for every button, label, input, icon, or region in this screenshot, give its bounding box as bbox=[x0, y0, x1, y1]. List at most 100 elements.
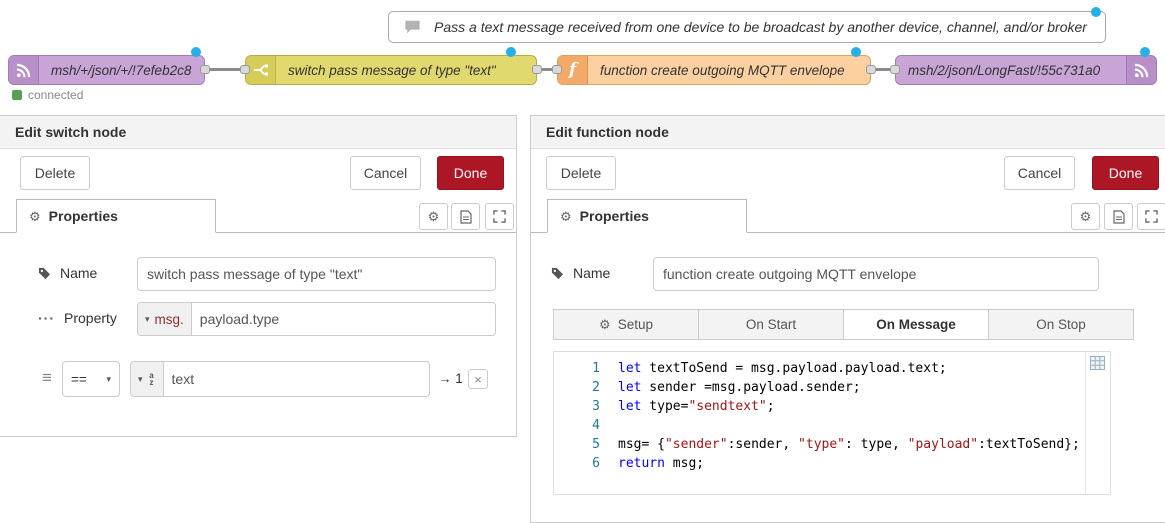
switch-node-label: switch pass message of type "text" bbox=[276, 63, 508, 78]
remove-rule-button[interactable]: × bbox=[468, 369, 488, 389]
changed-indicator-dot bbox=[506, 47, 516, 57]
property-label-text: Property bbox=[64, 310, 117, 326]
tab-setup[interactable]: ⚙ Setup bbox=[553, 309, 699, 340]
function-node[interactable]: f function create outgoing MQTT envelope bbox=[557, 55, 871, 85]
mqtt-in-node-label: msh/+/json/+/!7efeb2c8 bbox=[39, 63, 203, 78]
rule-value-input[interactable] bbox=[164, 371, 429, 387]
function-node-label: function create outgoing MQTT envelope bbox=[588, 63, 857, 78]
code-line[interactable] bbox=[618, 416, 1106, 435]
expand-editor-button[interactable] bbox=[485, 203, 514, 230]
tab-on-stop[interactable]: On Stop bbox=[988, 309, 1134, 340]
input-port[interactable] bbox=[240, 65, 250, 74]
gear-icon: ⚙ bbox=[560, 210, 572, 223]
switch-icon bbox=[246, 56, 276, 84]
document-icon bbox=[1113, 210, 1125, 224]
tab-on-message[interactable]: On Message bbox=[843, 309, 989, 340]
name-field-label: Name bbox=[551, 265, 610, 281]
input-port[interactable] bbox=[552, 65, 562, 74]
name-label-text: Name bbox=[60, 265, 97, 281]
property-field-label: ··· Property bbox=[38, 310, 117, 326]
code-editor[interactable]: 123456 let textToSend = msg.payload.payl… bbox=[553, 351, 1111, 495]
name-input[interactable] bbox=[653, 257, 1099, 291]
editor-tabbar: ⚙ Properties ⚙ bbox=[531, 199, 1165, 233]
gear-icon: ⚙ bbox=[599, 318, 611, 331]
mqtt-out-node-label: msh/2/json/LongFast/!55c731a0 bbox=[896, 63, 1126, 78]
cancel-button[interactable]: Cancel bbox=[1004, 156, 1075, 190]
caret-down-icon: ▾ bbox=[138, 375, 143, 384]
switch-node[interactable]: switch pass message of type "text" bbox=[245, 55, 537, 85]
tab-properties-label: Properties bbox=[580, 208, 649, 224]
output-port[interactable] bbox=[532, 65, 542, 74]
drag-handle-icon[interactable]: ≡ bbox=[42, 369, 52, 386]
property-typed-input[interactable]: ▾ msg. bbox=[137, 302, 496, 336]
function-glyph: f bbox=[569, 62, 576, 79]
speech-bubble-icon bbox=[403, 19, 422, 35]
description-button[interactable] bbox=[451, 203, 480, 230]
msg-type-label: msg. bbox=[155, 312, 184, 327]
code-lines[interactable]: let textToSend = msg.payload.payload.tex… bbox=[618, 359, 1106, 473]
broadcast-icon bbox=[9, 56, 39, 84]
mqtt-out-node[interactable]: msh/2/json/LongFast/!55c731a0 bbox=[895, 55, 1157, 85]
document-icon bbox=[460, 210, 472, 224]
tab-properties[interactable]: ⚙ Properties bbox=[547, 199, 747, 233]
mqtt-in-status: connected bbox=[12, 88, 83, 102]
node-settings-button[interactable]: ⚙ bbox=[419, 203, 448, 230]
changed-indicator-dot bbox=[1091, 7, 1101, 17]
mqtt-in-node[interactable]: msh/+/json/+/!7efeb2c8 bbox=[8, 55, 205, 85]
code-line[interactable]: let textToSend = msg.payload.payload.tex… bbox=[618, 359, 1106, 378]
gear-icon: ⚙ bbox=[29, 210, 41, 223]
done-button[interactable]: Done bbox=[437, 156, 504, 190]
rule-type-button[interactable]: ▾ az bbox=[131, 362, 164, 396]
changed-indicator-dot bbox=[191, 47, 201, 57]
expand-icon bbox=[493, 210, 506, 223]
done-button[interactable]: Done bbox=[1092, 156, 1159, 190]
name-label-text: Name bbox=[573, 265, 610, 281]
tab-setup-label: Setup bbox=[618, 317, 653, 332]
name-input[interactable] bbox=[137, 257, 496, 291]
delete-button[interactable]: Delete bbox=[20, 156, 90, 190]
output-port[interactable] bbox=[866, 65, 876, 74]
code-gutter: 123456 bbox=[554, 359, 600, 473]
code-line[interactable]: let type="sendtext"; bbox=[618, 397, 1106, 416]
changed-indicator-dot bbox=[1140, 47, 1150, 57]
function-editor-panel: Edit function node Delete Cancel Done ⚙ … bbox=[530, 115, 1165, 523]
name-field-label: Name bbox=[38, 265, 97, 281]
function-editor-title: Edit function node bbox=[531, 116, 1165, 149]
input-port[interactable] bbox=[890, 65, 900, 74]
property-value-input[interactable] bbox=[192, 311, 495, 327]
code-line[interactable]: msg= {"sender":sender, "type": type, "pa… bbox=[618, 435, 1106, 454]
property-type-button[interactable]: ▾ msg. bbox=[138, 303, 192, 335]
sort-az-icon: az bbox=[148, 372, 156, 386]
rule-operator-value: == bbox=[71, 372, 87, 387]
node-settings-button[interactable]: ⚙ bbox=[1071, 203, 1100, 230]
rule-value-typed-input[interactable]: ▾ az bbox=[130, 361, 430, 397]
caret-down-icon: ▾ bbox=[106, 375, 111, 384]
output-port[interactable] bbox=[200, 65, 210, 74]
tab-on-start[interactable]: On Start bbox=[698, 309, 844, 340]
cancel-button[interactable]: Cancel bbox=[350, 156, 421, 190]
status-connected-icon bbox=[12, 90, 22, 100]
broadcast-icon bbox=[1126, 56, 1156, 84]
caret-down-icon: ▾ bbox=[145, 315, 150, 324]
code-line[interactable]: return msg; bbox=[618, 454, 1106, 473]
function-icon: f bbox=[558, 56, 588, 84]
minimap-icon bbox=[1090, 356, 1105, 375]
tab-on-start-label: On Start bbox=[746, 317, 796, 332]
rule-operator-select[interactable]: == ▾ bbox=[62, 361, 120, 397]
gear-icon: ⚙ bbox=[1080, 210, 1092, 223]
description-button[interactable] bbox=[1104, 203, 1133, 230]
tab-properties-label: Properties bbox=[49, 208, 118, 224]
expand-editor-button[interactable] bbox=[1137, 203, 1165, 230]
comment-node[interactable]: Pass a text message received from one de… bbox=[388, 11, 1106, 43]
editor-tabbar: ⚙ Properties ⚙ bbox=[0, 199, 516, 233]
rule-output-label: → 1 bbox=[438, 371, 463, 386]
editor-divider bbox=[1085, 352, 1086, 494]
gear-icon: ⚙ bbox=[428, 210, 440, 223]
tab-properties[interactable]: ⚙ Properties bbox=[16, 199, 216, 233]
expand-icon bbox=[1145, 210, 1158, 223]
switch-editor-panel: Edit switch node Delete Cancel Done ⚙ Pr… bbox=[0, 115, 517, 437]
delete-button[interactable]: Delete bbox=[546, 156, 616, 190]
tag-icon bbox=[551, 267, 564, 280]
tab-on-stop-label: On Stop bbox=[1036, 317, 1086, 332]
code-line[interactable]: let sender =msg.payload.sender; bbox=[618, 378, 1106, 397]
